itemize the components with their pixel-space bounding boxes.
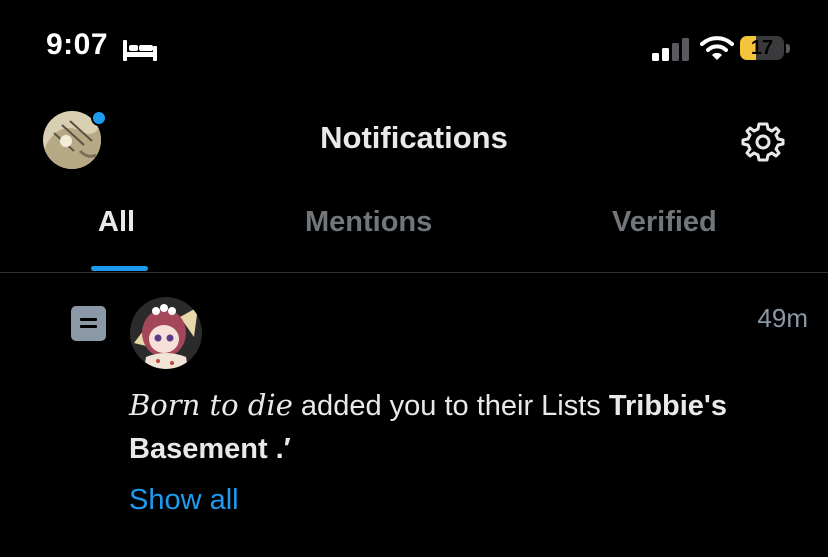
status-time: 9:07 [46, 28, 109, 61]
action-text: added you to their Lists [292, 390, 609, 422]
show-all-link[interactable]: Show all [129, 484, 239, 517]
bed-icon [123, 40, 157, 61]
list-icon-bar [80, 318, 97, 321]
tab-all[interactable]: All [98, 206, 135, 239]
user-avatar[interactable] [128, 297, 204, 369]
battery-level: 17 [750, 37, 774, 59]
wifi-icon [700, 36, 734, 60]
list-icon [71, 306, 106, 341]
notification-text: Born to die added you to their Lists Tri… [129, 384, 789, 471]
tabs-divider [0, 272, 828, 273]
battery-body: 17 [740, 36, 784, 60]
cellular-signal-icon [652, 38, 689, 61]
tab-verified[interactable]: Verified [612, 206, 717, 239]
page-title: Notifications [320, 120, 508, 155]
list-icon-bar [80, 325, 97, 328]
tab-indicator [91, 266, 148, 271]
battery-icon: 17 [740, 36, 790, 62]
display-name[interactable]: Born to die [129, 388, 293, 422]
gear-icon[interactable] [741, 120, 785, 164]
obscured-text [291, 448, 441, 452]
timestamp: 49m [757, 303, 808, 333]
tab-mentions[interactable]: Mentions [305, 206, 432, 239]
battery-cap [786, 44, 790, 53]
